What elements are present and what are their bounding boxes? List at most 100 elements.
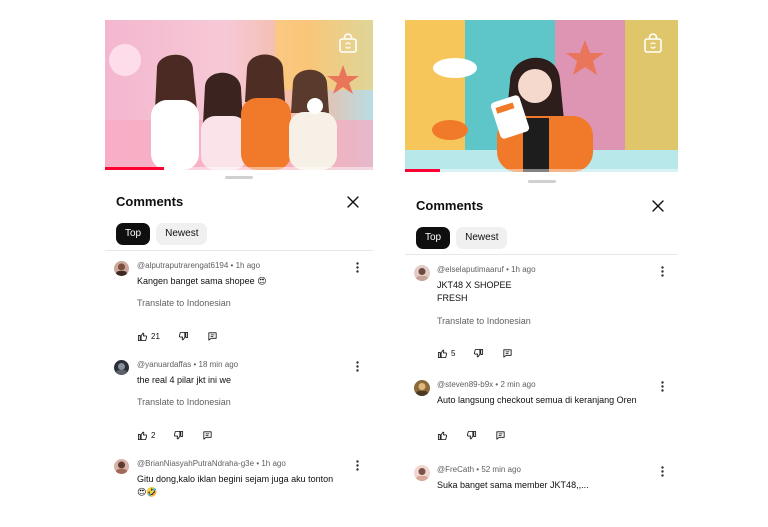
meta-separator: • [506,265,509,274]
sort-chips: Top Newest [116,223,208,245]
translate-link[interactable]: Translate to Indonesian [137,298,231,308]
comment-author[interactable]: @alputraputrarengat6194 [137,261,228,270]
dislike-button[interactable] [473,348,484,359]
chip-top[interactable]: Top [116,223,151,245]
shopping-bag-icon[interactable] [642,32,664,54]
comment-item: @alputraputrarengat6194 • 1h ago Kangen … [105,261,373,357]
meta-separator: • [230,261,234,270]
reply-button[interactable] [207,331,218,342]
comment-author[interactable]: @BrianNiasyahPutraNdraha-g3e [137,459,254,468]
chip-newest[interactable]: Newest [456,227,508,249]
like-button[interactable] [437,430,448,441]
comment-item: @FreCath • 52 min ago Suka banget sama m… [405,465,678,505]
comment-time: 1h ago [511,265,536,274]
thumb-up-icon [137,331,148,342]
thumb-down-icon [473,348,484,359]
comment-meta: @steven89-b9x • 2 min ago [437,380,536,389]
reply-icon [202,430,213,441]
reply-button[interactable] [502,348,513,359]
comments-title: Comments [116,194,184,209]
more-vert-icon[interactable] [356,460,359,471]
thumb-down-icon [178,331,189,342]
dislike-button[interactable] [173,430,184,441]
shopping-bag-icon[interactable] [337,32,359,54]
like-count: 5 [451,349,456,358]
comment-meta: @alputraputrarengat6194 • 1h ago [137,261,260,270]
thumb-up-icon [437,348,448,359]
like-count: 21 [151,332,160,341]
avatar[interactable] [414,465,430,481]
comment-actions: 21 [137,331,236,342]
comment-author[interactable]: @yanuardaffas [137,360,191,369]
thumb-down-icon [466,430,477,441]
drag-handle[interactable] [225,176,253,179]
comments-sheet: Comments Top Newest @alputraputrarengat6… [105,170,373,527]
dislike-button[interactable] [466,430,477,441]
comment-item: @steven89-b9x • 2 min ago Auto langsung … [405,380,678,454]
avatar[interactable] [114,360,129,375]
more-vert-icon[interactable] [661,466,664,477]
translate-link[interactable]: Translate to Indonesian [137,397,231,407]
drag-handle[interactable] [527,180,556,183]
comment-author[interactable]: @elselaputimaaruf [437,265,504,274]
video-frame-image [105,20,373,170]
comment-author[interactable]: @FreCath [437,465,474,474]
comment-item: @yanuardaffas • 18 min ago the real 4 pi… [105,360,373,456]
reply-icon [207,331,218,342]
close-icon[interactable] [347,196,359,208]
chip-top[interactable]: Top [416,227,451,249]
more-vert-icon[interactable] [661,381,664,392]
comments-title: Comments [416,198,484,213]
video-player[interactable] [105,20,373,170]
reply-icon [502,348,513,359]
meta-separator: • [476,465,480,474]
thumb-down-icon [173,430,184,441]
reply-icon [495,430,506,441]
comment-actions [437,430,524,441]
comment-text: Kangen banget sama shopee 😍 [137,276,267,286]
chip-newest[interactable]: Newest [156,223,208,245]
video-player[interactable] [405,20,678,172]
phone-screenshot-left: Comments Top Newest @alputraputrarengat6… [105,20,373,527]
more-vert-icon[interactable] [356,262,359,273]
comment-time: 2 min ago [500,380,536,389]
meta-separator: • [193,360,197,369]
phone-screenshot-right: Comments Top Newest @elselaputimaaruf • … [405,20,678,527]
comment-time: 1h ago [235,261,261,270]
comment-meta: @yanuardaffas • 18 min ago [137,360,238,369]
comment-item: @elselaputimaaruf • 1h ago JKT48 X SHOPE… [405,265,678,375]
video-frame-image [405,20,678,172]
more-vert-icon[interactable] [661,266,664,277]
avatar[interactable] [414,265,430,281]
divider [105,250,373,251]
comment-actions: 2 [137,430,231,441]
more-vert-icon[interactable] [356,361,359,372]
comment-author[interactable]: @steven89-b9x [437,380,493,389]
dislike-button[interactable] [178,331,189,342]
video-progress-fill [405,169,441,172]
comment-meta: @BrianNiasyahPutraNdraha-g3e • 1h ago [137,459,286,468]
comment-time: 1h ago [261,459,286,468]
like-button[interactable]: 5 [437,348,455,359]
thumb-up-icon [437,430,448,441]
comment-text: the real 4 pilar jkt ini we [137,375,232,385]
comment-meta: @elselaputimaaruf • 1h ago [437,265,536,274]
close-icon[interactable] [652,200,664,212]
comment-time: 52 min ago [481,465,521,474]
comment-text: Auto langsung checkout semua di keranjan… [437,395,637,405]
comment-item: @BrianNiasyahPutraNdraha-g3e • 1h ago Gi… [105,459,373,519]
translate-link[interactable]: Translate to Indonesian [437,316,531,326]
comment-time: 18 min ago [198,360,239,369]
comment-actions: 5 [437,348,531,359]
reply-button[interactable] [495,430,506,441]
avatar[interactable] [114,261,129,276]
avatar[interactable] [414,380,430,396]
meta-separator: • [495,380,499,389]
avatar[interactable] [114,459,129,474]
video-progress-bar[interactable] [405,169,678,172]
like-button[interactable]: 21 [137,331,160,342]
reply-button[interactable] [202,430,213,441]
thumb-up-icon [137,430,148,441]
like-button[interactable]: 2 [137,430,155,441]
comments-sheet: Comments Top Newest @elselaputimaaruf • … [405,174,678,527]
